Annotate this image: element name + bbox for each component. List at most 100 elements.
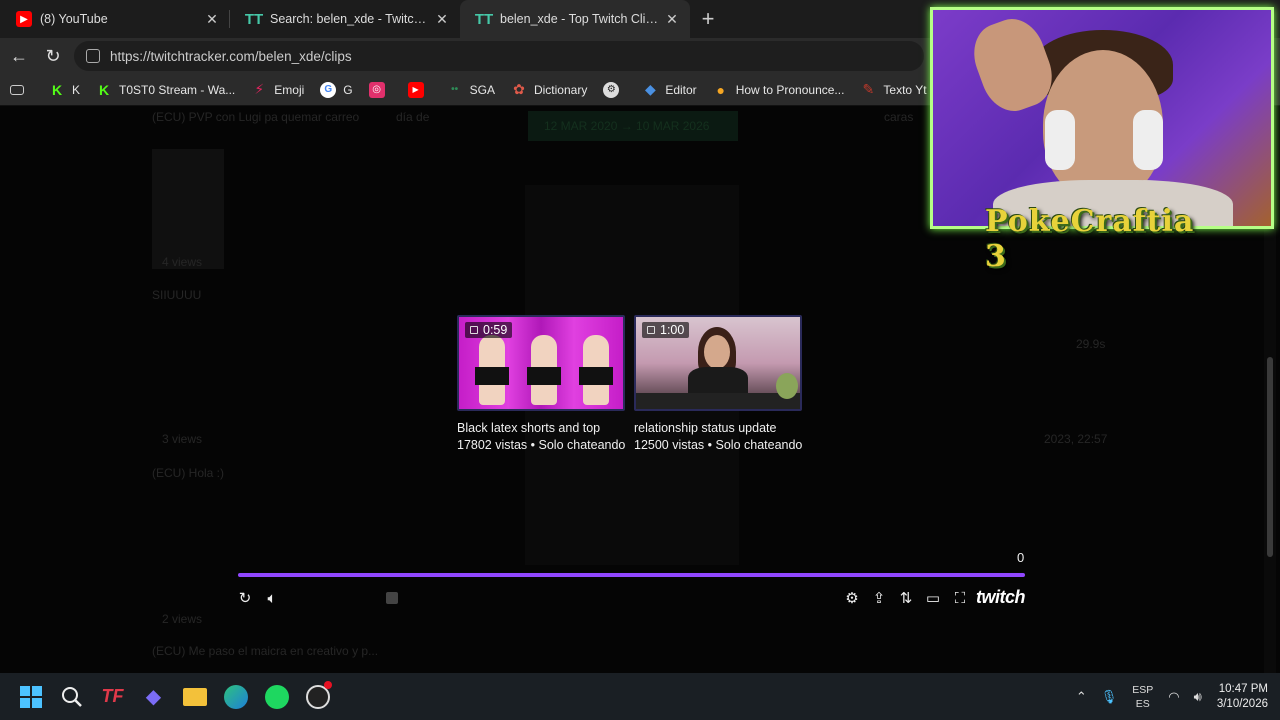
bg-clip-title: (ECU) Hola :) (152, 466, 225, 480)
sga-icon: •• (451, 84, 459, 95)
taskbar: TF ◆ ⌃ 🎙︎ ESP ES ◠ 🔊︎ 10:47 PM 3/10/2026 (0, 673, 1280, 720)
pokecraftia-logo: PokeCraftia 3 (985, 204, 1195, 274)
bg-clip-title-3: caras (884, 110, 914, 124)
microphone-icon[interactable]: 🎙︎ (1101, 689, 1118, 705)
texto-icon: ✎ (862, 81, 875, 97)
address-bar[interactable]: https://twitchtracker.com/belen_xde/clip… (74, 41, 924, 71)
taskbar-spotify[interactable] (256, 677, 297, 717)
bookmark-editor[interactable]: ◆ Editor (642, 81, 697, 98)
clip-title[interactable]: relationship status update (634, 421, 804, 435)
bookmark-label: G (343, 82, 353, 97)
clock-time: 10:47 PM (1218, 682, 1268, 695)
bookmark-how-to-pronounce[interactable]: ● How to Pronounce... (713, 81, 844, 98)
bg-clip-title-2: día de (396, 110, 430, 124)
clip-title[interactable]: Black latex shorts and top (457, 421, 627, 435)
clip-thumbnail[interactable]: 1:00 (634, 315, 802, 411)
taskbar-obs[interactable] (297, 677, 338, 717)
bookmark-sga[interactable]: •• SGA (447, 82, 495, 98)
share-icon[interactable]: ⇪ (869, 588, 889, 608)
instagram-icon: ◎ (368, 81, 385, 98)
start-button[interactable] (10, 677, 51, 717)
openai-icon: ⚙ (603, 81, 620, 98)
bookmark-youtube[interactable]: ▶ (407, 81, 431, 98)
clip-card[interactable]: 1:00 relationship status update 12500 vi… (634, 315, 804, 452)
volume-slider-thumb[interactable] (382, 588, 402, 608)
bookmark-label: T0ST0 Stream - Wa... (119, 82, 236, 97)
tab-title: belen_xde - Top Twitch Clips - TwitchTra… (500, 12, 658, 26)
bookmark-texto-yt[interactable]: ✎ Texto Yt (860, 81, 927, 98)
bg-views: 4 views (162, 255, 203, 269)
close-icon[interactable]: ✕ (204, 11, 220, 28)
bg-views: 2 views (162, 612, 203, 626)
youtube-icon: ▶ (16, 11, 32, 27)
search-icon (61, 686, 82, 707)
bookmark-google[interactable]: GG (320, 81, 353, 98)
bookmark-openai[interactable]: ⚙ (603, 81, 626, 98)
bg-clip-title: (ECU) PVP con Lugi pa quemar carreo (152, 110, 360, 124)
tab-youtube[interactable]: ▶ (8) YouTube ✕ (0, 0, 230, 38)
taskbar-file-explorer[interactable] (174, 677, 215, 717)
webcam-overlay (930, 7, 1274, 229)
taskbar-edge[interactable] (215, 677, 256, 717)
bg-clip-title: SIIUUUU (152, 288, 202, 302)
bookmark-label: Emoji (274, 82, 305, 97)
dictionary-icon: ✿ (513, 81, 525, 97)
twitch-logo[interactable]: twitch (976, 587, 1026, 608)
clip-icon (470, 326, 478, 334)
spotify-icon (264, 684, 289, 709)
taskbar-app-obsidian[interactable]: ◆ (133, 677, 174, 717)
bg-date: 2023, 22:57 (1044, 432, 1108, 446)
system-tray: ⌃ 🎙︎ ESP ES ◠ 🔊︎ 10:47 PM 3/10/2026 (1069, 673, 1280, 720)
url-text: https://twitchtracker.com/belen_xde/clip… (110, 48, 352, 64)
bg-date-range-text: 12 MAR 2020 → 10 MAR 2026 (544, 119, 710, 133)
clip-meta: 17802 vistas • Solo chateando (457, 438, 626, 452)
tab-twitchtracker-search[interactable]: TT Search: belen_xde - TwitchTracker ✕ (230, 0, 460, 38)
progress-bar[interactable] (238, 573, 1025, 577)
bg-thumbnail (152, 149, 224, 269)
close-icon[interactable]: ✕ (434, 11, 450, 28)
bookmark-dictionary[interactable]: ✿ Dictionary (511, 81, 587, 98)
replay-button[interactable]: ↻ (235, 588, 255, 608)
bg-views: 3 views (162, 432, 203, 446)
settings-icon[interactable]: ⚙ (842, 588, 862, 608)
duration-text: 0:59 (483, 323, 508, 337)
reload-button[interactable]: ↻ (36, 39, 70, 73)
google-icon: G (320, 81, 337, 98)
bookmark-emoji[interactable]: ⚡ Emoji (251, 81, 305, 98)
fullscreen-icon[interactable]: ⛶ (950, 588, 970, 608)
tab-twitchtracker-clips[interactable]: TT belen_xde - Top Twitch Clips - Twitch… (460, 0, 690, 38)
clip-duration: 0:59 (465, 322, 513, 338)
clock[interactable]: 10:47 PM 3/10/2026 (1217, 682, 1268, 712)
chevron-up-icon[interactable]: ⌃ (1076, 689, 1087, 705)
taskbar-app-tf[interactable]: TF (92, 677, 133, 717)
screen: ▶ (8) YouTube ✕ TT Search: belen_xde - T… (0, 0, 1280, 720)
headphones-right (1133, 110, 1163, 170)
new-tab-button[interactable]: + (690, 0, 726, 38)
scrollbar-thumb[interactable] (1267, 357, 1273, 557)
tab-title: (8) YouTube (40, 12, 108, 26)
site-info-icon[interactable] (86, 49, 100, 63)
youtube-icon: ▶ (407, 81, 424, 98)
clip-icon[interactable]: ⇅ (896, 588, 916, 608)
theatre-mode-icon[interactable]: ▭ (923, 588, 943, 608)
pronounce-icon: ● (716, 81, 725, 98)
lightning-icon: ⚡ (254, 81, 265, 97)
search-button[interactable] (51, 677, 92, 717)
bookmark-k[interactable]: KK (49, 82, 80, 98)
back-button[interactable]: ← (2, 39, 36, 73)
twitchtracker-icon: TT (244, 10, 264, 28)
clip-thumbnail[interactable]: 0:59 (457, 315, 625, 411)
duration-text: 1:00 (660, 323, 685, 337)
tab-search-icon[interactable] (10, 84, 31, 95)
bookmark-label: SGA (469, 82, 495, 97)
volume-button[interactable]: 🔈︎ (262, 588, 282, 608)
clip-card[interactable]: 0:59 Black latex shorts and top 17802 vi… (457, 315, 627, 452)
folder-icon (182, 687, 207, 706)
language-indicator[interactable]: ESP ES (1132, 683, 1153, 711)
kick-icon: K (98, 81, 110, 98)
bookmark-tosto-stream[interactable]: K T0ST0 Stream - Wa... (96, 82, 235, 98)
close-icon[interactable]: ✕ (664, 11, 680, 28)
speaker-icon[interactable]: 🔊︎ (1194, 689, 1202, 705)
wifi-icon[interactable]: ◠ (1168, 689, 1179, 705)
bookmark-instagram[interactable]: ◎ (368, 81, 392, 98)
